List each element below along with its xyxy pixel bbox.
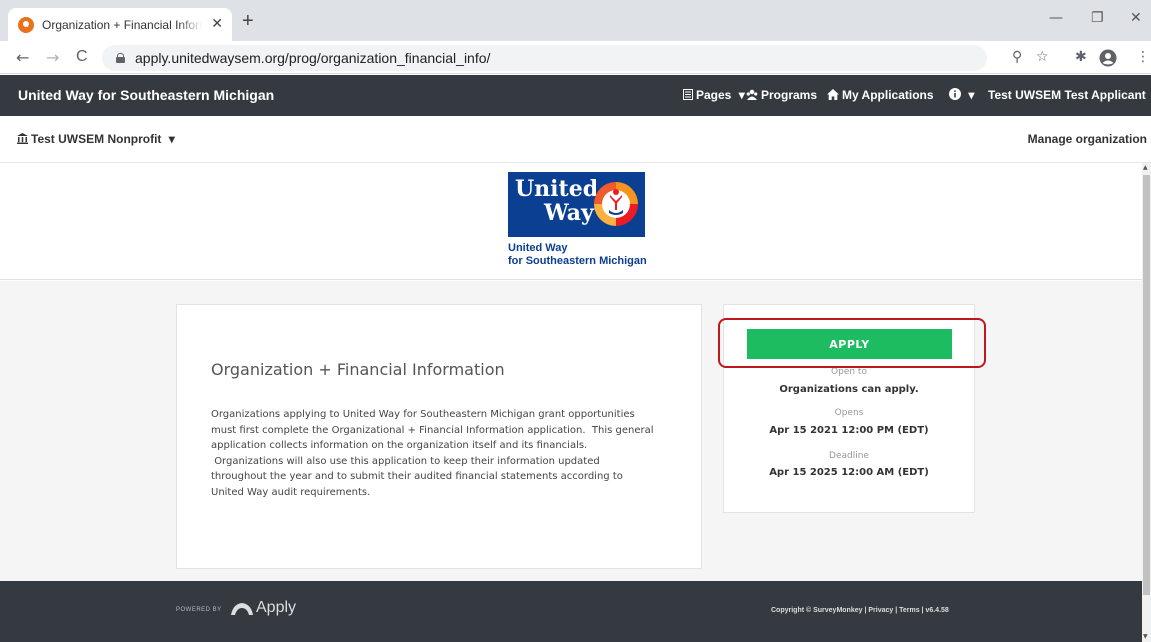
apply-panel: APPLY Open to Organizations can apply. O… bbox=[723, 304, 975, 513]
deadline-label: Deadline bbox=[829, 451, 869, 461]
site-favicon-icon bbox=[18, 16, 34, 33]
nav-user-dropdown[interactable]: Test UWSEM Test Applicant ▾ bbox=[988, 88, 1151, 102]
nav-info-dropdown[interactable]: ▾ bbox=[949, 88, 974, 102]
window-restore-button[interactable]: ❐ bbox=[1091, 10, 1104, 26]
extensions-icon[interactable]: ✱ bbox=[1075, 49, 1087, 65]
program-description: Organizations applying to United Way for… bbox=[211, 409, 654, 498]
program-title: Organization + Financial Information bbox=[211, 360, 505, 379]
lock-icon bbox=[116, 53, 125, 63]
nav-my-applications-label: My Applications bbox=[842, 88, 934, 102]
pages-icon bbox=[683, 89, 693, 100]
brand-link[interactable]: United Way for Southeastern Michigan bbox=[18, 87, 274, 103]
logo-word-way: Way bbox=[544, 200, 594, 226]
nav-pages-label: Pages bbox=[696, 88, 732, 102]
person-figure-icon bbox=[609, 189, 623, 215]
profile-avatar-icon[interactable] bbox=[1099, 49, 1117, 67]
nav-my-applications-link[interactable]: My Applications bbox=[827, 88, 934, 102]
nav-programs-label: Programs bbox=[761, 88, 818, 102]
organization-name: Test UWSEM Nonprofit bbox=[31, 132, 162, 146]
browser-tab[interactable]: Organization + Financial Informa ✕ bbox=[8, 8, 232, 41]
nav-programs-link[interactable]: Programs bbox=[746, 88, 817, 102]
chevron-down-icon: ▾ bbox=[738, 88, 745, 102]
deadline-value: Apr 15 2025 12:00 AM (EDT) bbox=[769, 467, 929, 478]
logo-subtitle-line2: for Southeastern Michigan bbox=[508, 255, 647, 267]
logo-subtitle-line1: United Way bbox=[508, 242, 568, 254]
apply-logo-icon bbox=[231, 603, 253, 615]
scroll-down-arrow-icon[interactable]: ▼ bbox=[1143, 633, 1148, 640]
back-button[interactable]: ← bbox=[16, 48, 29, 67]
new-tab-button[interactable]: + bbox=[242, 10, 254, 33]
open-to-label: Open to bbox=[831, 367, 867, 377]
nav-user-label: Test UWSEM Test Applicant bbox=[988, 88, 1146, 102]
opens-label: Opens bbox=[834, 408, 864, 418]
tab-title: Organization + Financial Informa bbox=[42, 17, 202, 32]
address-bar-row: ← → C apply.unitedwaysem.org/prog/organi… bbox=[0, 41, 1151, 74]
program-description-card: Organization + Financial Information Org… bbox=[176, 304, 702, 569]
scroll-up-arrow-icon[interactable]: ▲ bbox=[1143, 164, 1148, 171]
home-icon bbox=[827, 89, 839, 100]
programs-icon bbox=[746, 89, 758, 100]
powered-by-label: POWERED BY bbox=[176, 607, 222, 613]
forward-button[interactable]: → bbox=[46, 48, 59, 67]
page-scrollbar[interactable]: ▲ ▼ bbox=[1142, 163, 1151, 642]
chevron-down-icon: ▾ bbox=[168, 132, 175, 146]
bookmark-star-icon[interactable]: ☆ bbox=[1036, 49, 1049, 65]
logo-word-united: United bbox=[515, 176, 599, 202]
window-close-button[interactable]: ✕ bbox=[1130, 10, 1142, 26]
url-text: apply.unitedwaysem.org/prog/organization… bbox=[135, 50, 491, 66]
zoom-icon[interactable]: ⚲ bbox=[1012, 49, 1022, 65]
apply-button[interactable]: APPLY bbox=[747, 329, 952, 359]
united-way-logo: United Way bbox=[508, 172, 645, 237]
program-header: United Way United Way for Southeastern M… bbox=[0, 163, 1142, 280]
reload-button[interactable]: C bbox=[76, 48, 88, 66]
organization-bar: Test UWSEM Nonprofit ▾ Manage organizati… bbox=[0, 116, 1151, 163]
top-navbar: United Way for Southeastern Michigan Pag… bbox=[0, 75, 1151, 116]
opens-value: Apr 15 2021 12:00 PM (EDT) bbox=[769, 425, 929, 436]
manage-organization-link[interactable]: Manage organization bbox=[1028, 132, 1147, 146]
apply-logo-text: Apply bbox=[256, 599, 297, 616]
tab-close-icon[interactable]: ✕ bbox=[211, 16, 223, 32]
footer-copyright[interactable]: Copyright © SurveyMonkey | Privacy | Ter… bbox=[771, 607, 949, 614]
browser-menu-icon[interactable]: ⋮ bbox=[1136, 49, 1150, 65]
scrollbar-thumb[interactable] bbox=[1143, 175, 1150, 595]
open-to-value: Organizations can apply. bbox=[779, 384, 919, 395]
chevron-down-icon: ▾ bbox=[968, 88, 975, 102]
info-icon bbox=[949, 88, 961, 100]
page-footer: POWERED BY Apply Copyright © SurveyMonke… bbox=[0, 581, 1142, 642]
organization-dropdown[interactable]: Test UWSEM Nonprofit ▾ bbox=[17, 132, 175, 146]
browser-tab-strip: Organization + Financial Informa ✕ + — ❐… bbox=[0, 0, 1151, 41]
address-field[interactable]: apply.unitedwaysem.org/prog/organization… bbox=[102, 45, 987, 71]
window-minimize-button[interactable]: — bbox=[1049, 10, 1063, 26]
nav-pages-dropdown[interactable]: Pages ▾ bbox=[683, 88, 745, 102]
institution-icon bbox=[17, 133, 28, 144]
